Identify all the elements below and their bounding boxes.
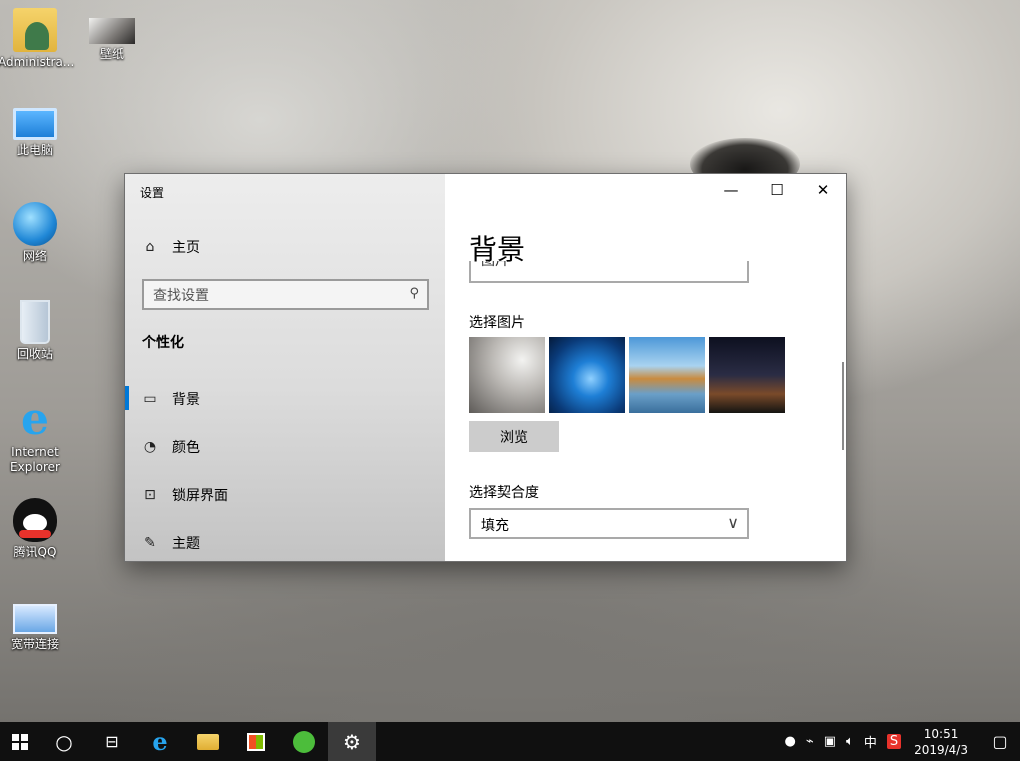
usb-icon[interactable]: ⌁ bbox=[806, 734, 814, 749]
internet-explorer-icon: e bbox=[21, 394, 49, 445]
picture-thumbnail[interactable] bbox=[709, 337, 785, 413]
internet-explorer-icon: e bbox=[152, 727, 168, 756]
minimize-button[interactable]: — bbox=[708, 174, 754, 206]
taskbar-file-explorer[interactable] bbox=[184, 722, 232, 761]
close-button[interactable]: ✕ bbox=[800, 174, 846, 206]
theme-brush-icon: ✎ bbox=[144, 535, 156, 551]
network-status-icon[interactable]: ▣ bbox=[824, 734, 836, 749]
clock-date: 2019/4/3 bbox=[914, 742, 968, 757]
volume-icon[interactable]: 🔈︎ bbox=[846, 734, 854, 749]
desktop-icon-internet-explorer[interactable]: e Internet Explorer bbox=[0, 398, 72, 475]
desktop-icon-this-pc[interactable]: 此电脑 bbox=[0, 102, 72, 158]
picture-thumbnails bbox=[469, 337, 785, 413]
maximize-button[interactable]: ☐ bbox=[754, 174, 800, 206]
background-type-value: 图片 bbox=[481, 261, 509, 269]
nav-item-colors[interactable]: ◔ 颜色 bbox=[142, 435, 200, 459]
desktop-icon-label: 回收站 bbox=[16, 347, 53, 361]
fit-dropdown[interactable]: 填充 ∨ bbox=[469, 508, 749, 539]
task-view-icon: ⊟ bbox=[105, 732, 119, 751]
taskbar-green-app[interactable] bbox=[280, 722, 328, 761]
chevron-down-icon: ∨ bbox=[727, 513, 739, 532]
wallpaper-thumbnail-icon bbox=[89, 18, 135, 44]
desktop-icon-network[interactable]: 网络 bbox=[0, 202, 72, 264]
nav-home-label: 主页 bbox=[172, 240, 200, 256]
taskbar-store[interactable] bbox=[232, 722, 280, 761]
recycle-bin-icon bbox=[20, 300, 50, 344]
selected-indicator bbox=[125, 386, 129, 410]
task-view-button[interactable]: ⊟ bbox=[88, 722, 136, 761]
search-placeholder: 查找设置 bbox=[153, 288, 209, 304]
choose-picture-label: 选择图片 bbox=[469, 315, 525, 331]
folder-icon bbox=[197, 733, 219, 750]
search-icon: ⚲ bbox=[409, 286, 419, 301]
picture-thumbnail[interactable] bbox=[629, 337, 705, 413]
nav-item-label: 颜色 bbox=[172, 440, 200, 456]
lock-screen-icon: ⊡ bbox=[144, 487, 156, 503]
desktop-icon-label: Internet Explorer bbox=[10, 445, 60, 474]
qq-tray-icon[interactable]: ● bbox=[785, 734, 796, 749]
window-title: 设置 bbox=[140, 186, 165, 200]
clock[interactable]: 10:51 2019/4/3 bbox=[914, 726, 968, 758]
section-heading: 个性化 bbox=[142, 335, 184, 351]
nav-item-themes[interactable]: ✎ 主题 bbox=[142, 531, 200, 555]
action-center-button[interactable]: ▢ bbox=[980, 722, 1020, 761]
windows-logo-icon bbox=[12, 733, 28, 750]
desktop-icon-qq[interactable]: 腾讯QQ bbox=[0, 498, 72, 560]
broadband-connection-icon bbox=[13, 604, 57, 634]
content-scrollbar[interactable] bbox=[842, 362, 844, 450]
desktop-icon-label: 网络 bbox=[22, 249, 47, 263]
settings-window: 设置 ⌂ 主页 查找设置 ⚲ 个性化 ▭ 背景 ◔ 颜色 ⊡ 锁屏界面 ✎ 主题 bbox=[124, 173, 847, 562]
nav-item-background[interactable]: ▭ 背景 bbox=[142, 387, 200, 411]
nav-item-lock-screen[interactable]: ⊡ 锁屏界面 bbox=[142, 483, 228, 507]
desktop-icon-broadband[interactable]: 宽带连接 bbox=[0, 596, 72, 652]
network-globe-icon bbox=[13, 202, 57, 246]
system-tray: ● ⌁ ▣ 🔈︎ 中 S 10:51 2019/4/3 ▢ bbox=[780, 722, 1020, 761]
user-folder-icon bbox=[13, 8, 57, 52]
picture-thumbnail[interactable] bbox=[549, 337, 625, 413]
nav-item-label: 锁屏界面 bbox=[172, 488, 228, 504]
desktop-icon-recycle-bin[interactable]: 回收站 bbox=[0, 300, 72, 362]
computer-icon bbox=[13, 108, 57, 140]
taskbar-settings[interactable]: ⚙ bbox=[328, 722, 376, 761]
desktop-icon-label: Administra... bbox=[0, 55, 75, 69]
taskbar: ○ ⊟ e ⚙ ● ⌁ ▣ 🔈︎ 中 S 10:51 2019/4/3 ▢ bbox=[0, 722, 1020, 761]
desktop-icon-label: 腾讯QQ bbox=[13, 545, 57, 559]
ime-indicator[interactable]: 中 bbox=[864, 732, 877, 751]
cortana-button[interactable]: ○ bbox=[40, 722, 88, 761]
notification-icon: ▢ bbox=[992, 732, 1008, 751]
nav-item-label: 背景 bbox=[172, 392, 200, 408]
clock-time: 10:51 bbox=[923, 726, 959, 741]
choose-fit-label: 选择契合度 bbox=[469, 485, 539, 501]
refresh-circle-icon bbox=[293, 730, 315, 753]
gear-icon: ⚙ bbox=[343, 729, 361, 754]
window-caption-buttons: — ☐ ✕ bbox=[708, 174, 846, 206]
desktop-icon-label: 壁纸 bbox=[99, 47, 124, 61]
fit-value: 填充 bbox=[481, 518, 509, 534]
picture-thumbnail[interactable] bbox=[469, 337, 545, 413]
home-icon: ⌂ bbox=[145, 239, 155, 255]
nav-item-label: 主题 bbox=[172, 536, 200, 552]
start-button[interactable] bbox=[0, 722, 40, 761]
desktop-icon-label: 宽带连接 bbox=[10, 637, 59, 651]
desktop-icon-wallpaper[interactable]: 壁纸 bbox=[75, 8, 149, 62]
background-type-dropdown[interactable]: 图片 bbox=[469, 261, 749, 283]
desktop-icon-label: 此电脑 bbox=[16, 143, 53, 157]
browse-button[interactable]: 浏览 bbox=[469, 421, 559, 452]
taskbar-internet-explorer[interactable]: e bbox=[136, 722, 184, 761]
cortana-circle-icon: ○ bbox=[55, 729, 73, 754]
settings-content: — ☐ ✕ 背景 图片 选择图片 浏览 选择契合度 填充 ∨ bbox=[445, 174, 846, 561]
store-bag-icon bbox=[247, 732, 265, 751]
nav-home[interactable]: ⌂ 主页 bbox=[142, 235, 200, 259]
palette-icon: ◔ bbox=[143, 439, 157, 455]
settings-sidebar: 设置 ⌂ 主页 查找设置 ⚲ 个性化 ▭ 背景 ◔ 颜色 ⊡ 锁屏界面 ✎ 主题 bbox=[125, 174, 445, 561]
desktop-icon-administrator[interactable]: Administra... bbox=[0, 8, 75, 70]
picture-icon: ▭ bbox=[143, 391, 157, 407]
qq-penguin-icon bbox=[13, 498, 57, 542]
settings-search-input[interactable]: 查找设置 ⚲ bbox=[142, 279, 429, 310]
sogou-input-icon[interactable]: S bbox=[886, 734, 902, 749]
